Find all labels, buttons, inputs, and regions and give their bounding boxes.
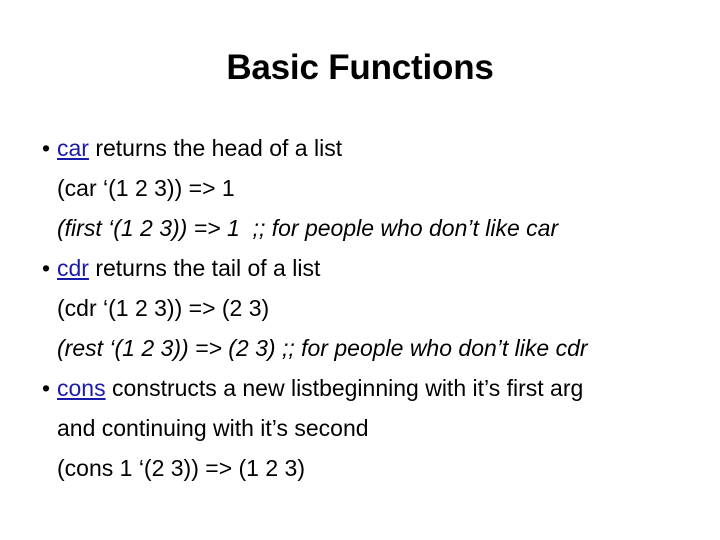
body-line: (cons 1 ‘(2 3)) => (1 2 3): [28, 448, 700, 488]
slide-canvas: Basic Functions • car returns the head of…: [0, 0, 720, 540]
line-text: returns the head of a list: [88, 135, 343, 161]
bullet-icon: •: [42, 135, 51, 161]
body-line: (first ‘(1 2 3)) => 1 ;; for people who …: [28, 208, 700, 248]
body-line: (rest ‘(1 2 3)) => (2 3) ;; for people w…: [28, 328, 700, 368]
line-text: (cdr ‘(1 2 3)) => (2 3): [57, 295, 270, 321]
line-text: (car ‘(1 2 3)) => 1: [57, 175, 235, 201]
link-car[interactable]: car: [57, 135, 89, 161]
line-text: and continuing with it’s second: [57, 415, 369, 441]
body-line: and continuing with it’s second: [28, 408, 700, 448]
bullet-icon: •: [42, 375, 51, 401]
link-cons[interactable]: cons: [57, 375, 106, 401]
line-text: constructs a new listbeginning with it’s…: [105, 375, 584, 401]
line-text: returns the tail of a list: [88, 255, 321, 281]
page-title: Basic Functions: [226, 48, 494, 87]
slide-body: • car returns the head of a list (car ‘(1 …: [28, 128, 700, 488]
body-line: (cdr ‘(1 2 3)) => (2 3): [28, 288, 700, 328]
line-text: (first ‘(1 2 3)) => 1 ;; for people who …: [57, 215, 559, 241]
link-cdr[interactable]: cdr: [57, 255, 89, 281]
line-text: (cons 1 ‘(2 3)) => (1 2 3): [57, 455, 305, 481]
bullet-list-item: • cons constructs a new listbeginning wit…: [28, 368, 700, 408]
body-line: (car ‘(1 2 3)) => 1: [28, 168, 700, 208]
bullet-icon: •: [42, 255, 51, 281]
bullet-list-item: • cdr returns the tail of a list: [28, 248, 700, 288]
line-text: (rest ‘(1 2 3)) => (2 3) ;; for people w…: [57, 335, 588, 361]
bullet-list-item: • car returns the head of a list: [28, 128, 700, 168]
